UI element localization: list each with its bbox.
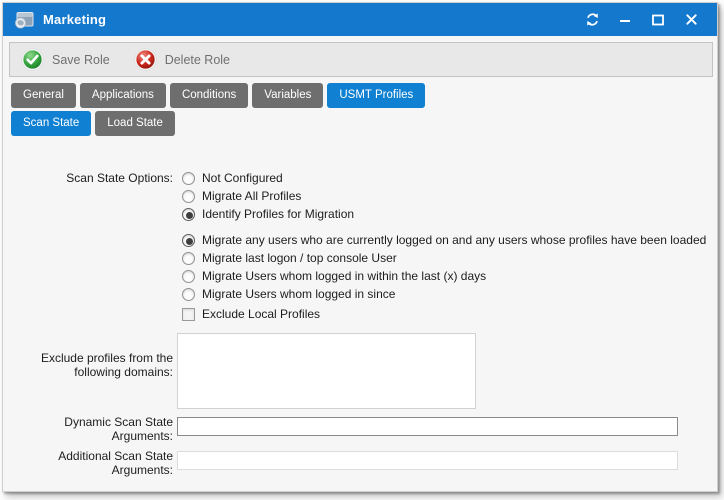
radio-row-identify-profiles[interactable]: Identify Profiles for Migration bbox=[182, 205, 354, 223]
tab-load-state[interactable]: Load State bbox=[95, 111, 175, 136]
dynamic-scan-state-arguments-input[interactable] bbox=[177, 417, 678, 436]
save-role-button[interactable]: Save Role bbox=[21, 48, 110, 71]
dynamic-scan-state-arguments-label: Dynamic Scan State Arguments: bbox=[21, 415, 173, 443]
radio-migrate-all-profiles[interactable] bbox=[182, 190, 195, 203]
radio-migrate-last-x-days[interactable] bbox=[182, 270, 195, 283]
radio-label: Not Configured bbox=[202, 171, 283, 185]
main-tabs: General Applications Conditions Variable… bbox=[11, 83, 425, 108]
window-controls bbox=[582, 10, 717, 30]
radio-migrate-since[interactable] bbox=[182, 288, 195, 301]
radio-label: Migrate Users whom logged in within the … bbox=[202, 269, 486, 283]
minimize-button[interactable] bbox=[615, 10, 635, 30]
refresh-button[interactable] bbox=[582, 10, 602, 30]
window-title: Marketing bbox=[43, 12, 106, 27]
minimize-icon bbox=[618, 13, 632, 27]
radio-row-migrate-last-logon[interactable]: Migrate last logon / top console User bbox=[182, 249, 706, 267]
radio-not-configured[interactable] bbox=[182, 172, 195, 185]
exclude-local-profiles-row[interactable]: Exclude Local Profiles bbox=[182, 306, 320, 322]
tab-applications[interactable]: Applications bbox=[80, 83, 166, 108]
tab-usmt-profiles[interactable]: USMT Profiles bbox=[327, 83, 425, 108]
tab-scan-state[interactable]: Scan State bbox=[11, 111, 91, 136]
save-role-label: Save Role bbox=[52, 53, 110, 67]
app-window-icon bbox=[14, 11, 34, 29]
radio-identify-profiles[interactable] bbox=[182, 208, 195, 221]
refresh-icon bbox=[585, 12, 600, 27]
usmt-subtabs: Scan State Load State bbox=[11, 111, 175, 136]
additional-scan-state-arguments-input[interactable] bbox=[177, 451, 678, 470]
radio-row-not-configured[interactable]: Not Configured bbox=[182, 169, 354, 187]
close-icon bbox=[685, 13, 698, 26]
exclude-local-profiles-checkbox[interactable] bbox=[182, 308, 195, 321]
marketing-window: Marketing bbox=[2, 2, 718, 492]
radio-label: Identify Profiles for Migration bbox=[202, 207, 354, 221]
radio-migrate-logged-on-users[interactable] bbox=[182, 234, 195, 247]
radio-label: Migrate any users who are currently logg… bbox=[202, 233, 706, 247]
maximize-icon bbox=[651, 13, 665, 27]
green-check-circle-icon bbox=[21, 48, 44, 71]
exclude-domains-textarea[interactable] bbox=[177, 333, 476, 409]
titlebar[interactable]: Marketing bbox=[3, 3, 717, 36]
exclude-domains-label: Exclude profiles from the following doma… bbox=[21, 351, 173, 379]
radio-migrate-last-logon[interactable] bbox=[182, 252, 195, 265]
radio-label: Migrate Users whom logged in since bbox=[202, 287, 395, 301]
tab-general[interactable]: General bbox=[11, 83, 76, 108]
scan-state-options-radio-group: Not Configured Migrate All Profiles Iden… bbox=[182, 169, 354, 223]
tab-conditions[interactable]: Conditions bbox=[170, 83, 248, 108]
radio-row-migrate-logged-on-users[interactable]: Migrate any users who are currently logg… bbox=[182, 231, 706, 249]
delete-role-button[interactable]: Delete Role bbox=[134, 48, 230, 71]
maximize-button[interactable] bbox=[648, 10, 668, 30]
scan-state-options-label: Scan State Options: bbox=[3, 171, 173, 185]
radio-label: Migrate All Profiles bbox=[202, 189, 301, 203]
close-button[interactable] bbox=[681, 10, 701, 30]
toolbar: Save Role Delete Role bbox=[9, 42, 713, 77]
radio-row-migrate-all-profiles[interactable]: Migrate All Profiles bbox=[182, 187, 354, 205]
desktop-background: Marketing bbox=[0, 0, 724, 500]
additional-scan-state-arguments-label: Additional Scan State Arguments: bbox=[21, 449, 173, 477]
radio-row-migrate-last-x-days[interactable]: Migrate Users whom logged in within the … bbox=[182, 267, 706, 285]
exclude-local-profiles-label: Exclude Local Profiles bbox=[202, 307, 320, 321]
radio-row-migrate-since[interactable]: Migrate Users whom logged in since bbox=[182, 285, 706, 303]
radio-label: Migrate last logon / top console User bbox=[202, 251, 397, 265]
delete-role-label: Delete Role bbox=[165, 53, 230, 67]
red-x-circle-icon bbox=[134, 48, 157, 71]
migration-identification-radio-group: Migrate any users who are currently logg… bbox=[182, 231, 706, 303]
tab-variables[interactable]: Variables bbox=[252, 83, 323, 108]
